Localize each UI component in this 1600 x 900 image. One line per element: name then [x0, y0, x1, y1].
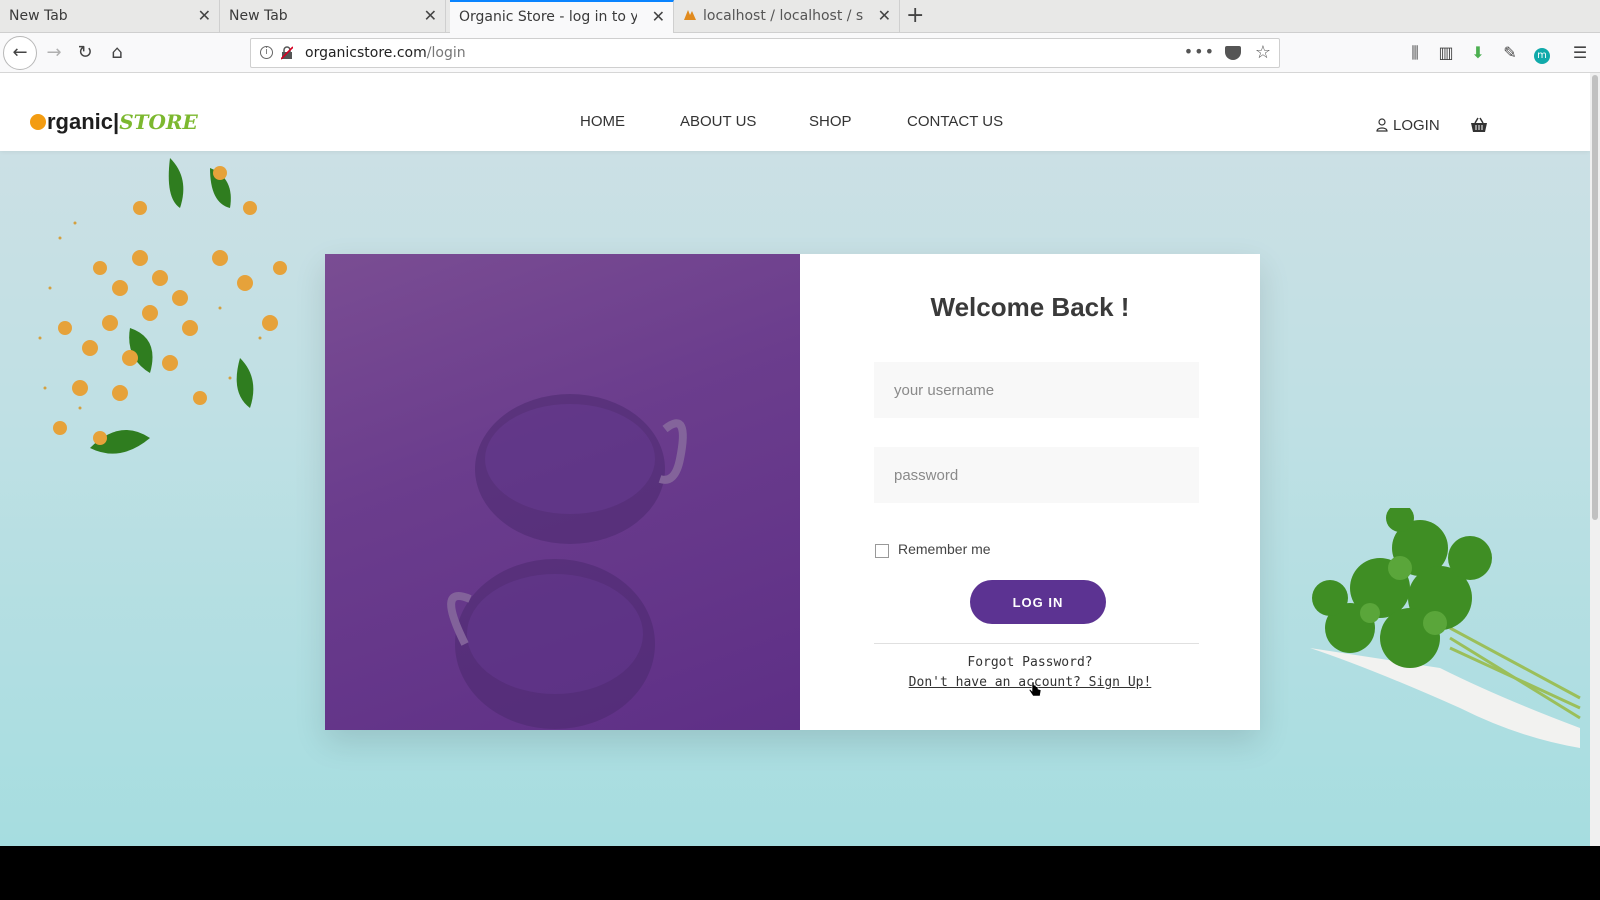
remember-me-checkbox[interactable] — [875, 544, 889, 558]
home-button[interactable]: ⌂ — [101, 37, 133, 69]
site-logo[interactable]: rganic|STORE — [30, 109, 198, 135]
orange-logo-icon — [30, 114, 46, 130]
close-icon[interactable]: ✕ — [878, 0, 891, 32]
browser-toolbar: ← → ↻ ⌂ i organicstore.com/login ••• ☆ ⫼… — [0, 33, 1600, 73]
menu-icon[interactable]: ☰ — [1570, 43, 1590, 63]
header-login-link[interactable]: LOGIN — [1376, 117, 1440, 134]
nav-contact-us[interactable]: CONTACT US — [907, 113, 1003, 130]
url-text[interactable]: organicstore.com/login — [305, 45, 466, 61]
welcome-heading: Welcome Back ! — [930, 292, 1130, 322]
login-label: LOGIN — [1393, 117, 1440, 134]
user-icon — [1376, 118, 1388, 132]
nav-about-us[interactable]: ABOUT US — [680, 113, 756, 130]
new-tab-button[interactable]: + — [906, 3, 924, 29]
tab-title: Organic Store - log in to your — [459, 9, 637, 25]
logo-store-text: STORE — [119, 110, 198, 134]
forward-button[interactable]: → — [38, 37, 70, 69]
tab-new-tab-1[interactable]: New Tab ✕ — [0, 0, 220, 33]
more-actions-icon[interactable]: ••• — [1184, 42, 1215, 61]
back-button[interactable]: ← — [3, 36, 37, 70]
tab-title: New Tab — [229, 8, 288, 24]
nav-home[interactable]: HOME — [580, 113, 625, 130]
nav-shop[interactable]: SHOP — [809, 113, 852, 130]
chickpeas-image — [38, 158, 287, 454]
purple-peppers-image — [325, 254, 800, 730]
screen-bottom-bar — [0, 846, 1600, 900]
bookmark-star-icon[interactable]: ☆ — [1255, 42, 1271, 63]
password-input[interactable] — [874, 447, 1199, 503]
remember-me-label[interactable]: Remember me — [898, 541, 991, 557]
page-scrollbar[interactable] — [1590, 73, 1600, 846]
sidebar-icon[interactable]: ▥ — [1436, 43, 1456, 63]
url-bar[interactable]: i organicstore.com/login ••• ☆ — [250, 38, 1280, 68]
browser-tab-bar: New Tab ✕ New Tab ✕ Organic Store - log … — [0, 0, 1600, 34]
insecure-lock-icon[interactable] — [281, 46, 293, 60]
library-icon[interactable]: ⫼ — [1405, 43, 1425, 63]
login-card: Welcome Back ! Remember me LOG IN Forgot… — [325, 254, 1260, 730]
pocket-icon[interactable] — [1225, 46, 1241, 60]
tab-title: New Tab — [9, 8, 68, 24]
close-icon[interactable]: ✕ — [424, 0, 437, 32]
info-icon[interactable]: i — [260, 46, 273, 59]
site-header: rganic|STORE HOME ABOUT US SHOP CONTACT … — [0, 73, 1590, 151]
username-input[interactable] — [874, 362, 1199, 418]
cart-basket-icon[interactable] — [1470, 117, 1488, 133]
account-icon[interactable]: m — [1532, 43, 1552, 64]
download-icon[interactable]: ⬇ — [1468, 43, 1488, 63]
url-path: /login — [426, 45, 466, 61]
hand-cursor-icon — [1028, 681, 1042, 697]
tab-title: localhost / localhost / st — [703, 8, 863, 24]
form-divider — [874, 643, 1199, 644]
logo-text: rganic| — [47, 109, 120, 134]
eyedropper-icon[interactable]: ✎ — [1500, 43, 1520, 63]
scrollbar-thumb[interactable] — [1592, 75, 1598, 520]
tab-new-tab-2[interactable]: New Tab ✕ — [220, 0, 446, 33]
log-in-button[interactable]: LOG IN — [970, 580, 1106, 624]
tab-localhost[interactable]: localhost / localhost / st ✕ — [674, 0, 900, 33]
peppers-illustration — [447, 394, 687, 729]
reload-button[interactable]: ↻ — [69, 37, 101, 69]
login-form: Welcome Back ! Remember me LOG IN Forgot… — [800, 254, 1260, 730]
phpmyadmin-icon — [684, 10, 696, 20]
forgot-password-link[interactable]: Forgot Password? — [800, 655, 1260, 670]
close-icon[interactable]: ✕ — [198, 0, 211, 32]
page-viewport: rganic|STORE HOME ABOUT US SHOP CONTACT … — [0, 73, 1600, 846]
close-icon[interactable]: ✕ — [652, 2, 665, 32]
parsley-image — [1310, 508, 1581, 748]
url-domain: organicstore.com — [305, 45, 427, 61]
tab-organic-store[interactable]: Organic Store - log in to your ✕ — [450, 0, 674, 34]
